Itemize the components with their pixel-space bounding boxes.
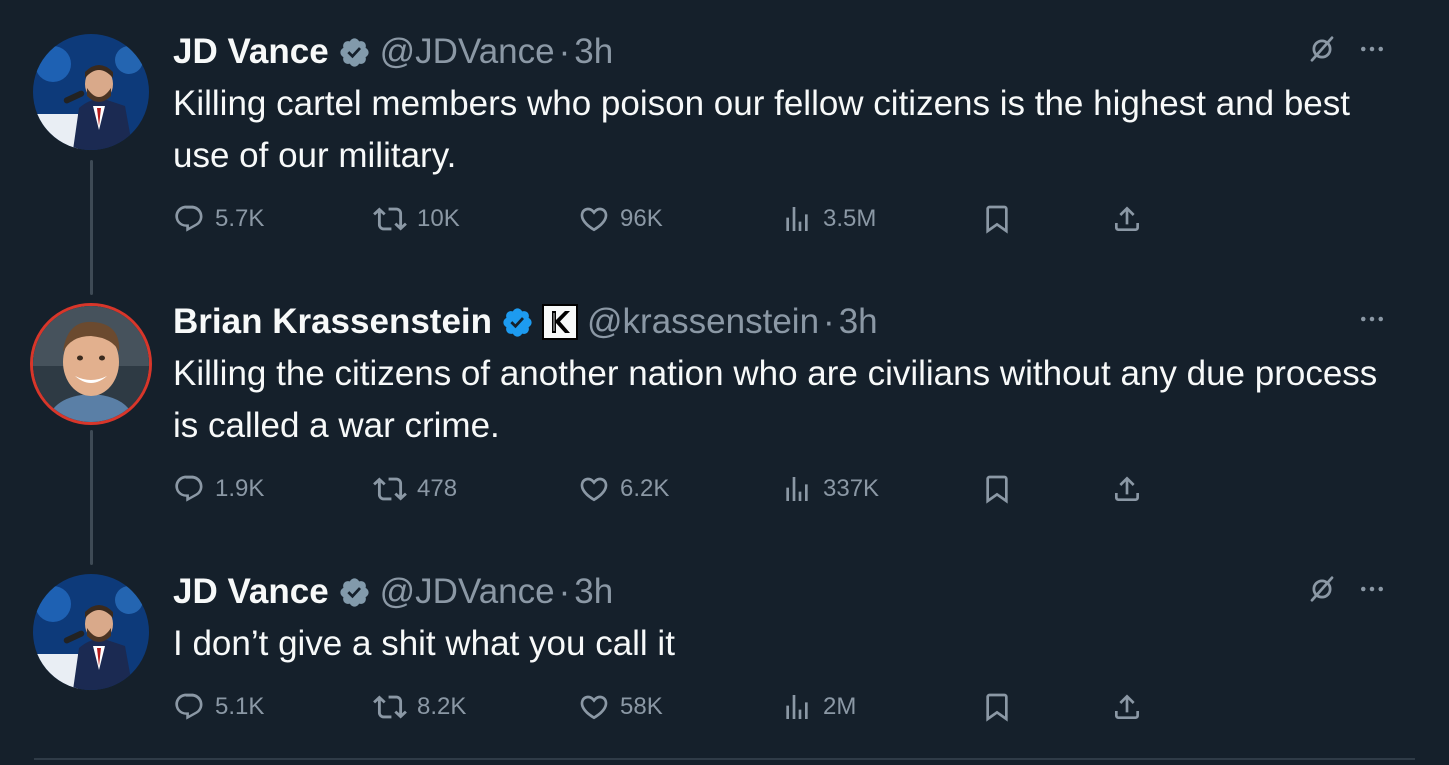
bookmark-button[interactable] (981, 469, 1013, 509)
affiliate-k-logo-icon[interactable] (542, 304, 579, 340)
author-name[interactable]: Brian Krassenstein (173, 300, 492, 344)
author-name[interactable]: JD Vance (173, 570, 329, 614)
bottom-divider (34, 758, 1415, 760)
repost-icon (373, 695, 407, 719)
share-button[interactable] (1111, 199, 1143, 239)
timestamp[interactable]: 3h (839, 300, 878, 344)
avatar-photo (33, 574, 149, 690)
like-button[interactable]: 6.2K (578, 469, 669, 509)
repost-button[interactable]: 8.2K (373, 687, 466, 727)
author-handle[interactable]: @JDVance (380, 570, 555, 614)
bookmark-button[interactable] (981, 687, 1013, 727)
bookmark-icon (986, 693, 1008, 722)
reply-count: 5.1K (215, 693, 265, 720)
share-button[interactable] (1111, 469, 1143, 509)
tweet-top-actions (1307, 574, 1387, 609)
hidden-reply-icon[interactable] (1307, 574, 1337, 609)
tweet-text: Killing the citizens of another nation w… (173, 354, 1378, 445)
tweet-text: I don’t give a shit what you call it (173, 624, 675, 663)
repost-count: 10K (417, 205, 460, 232)
like-count: 96K (620, 205, 663, 232)
views-count: 337K (823, 475, 880, 502)
author-handle[interactable]: @krassenstein (587, 300, 819, 344)
heart-icon (580, 477, 608, 502)
separator: · (558, 572, 571, 611)
views-button[interactable]: 337K (781, 469, 879, 509)
views-button[interactable]: 3.5M (781, 199, 876, 239)
tweet-actions: 1.9K 478 6.2K 337K (173, 469, 1153, 509)
like-count: 6.2K (620, 475, 670, 502)
verified-blue-badge-icon (501, 306, 534, 339)
like-count: 58K (620, 693, 663, 720)
like-button[interactable]: 96K (578, 199, 663, 239)
views-icon (786, 207, 808, 231)
reply-icon (175, 693, 203, 720)
heart-icon (580, 695, 608, 720)
author-handle[interactable]: @JDVance (380, 30, 555, 74)
repost-count: 478 (417, 475, 458, 502)
avatar[interactable] (33, 34, 149, 150)
hidden-reply-icon[interactable] (1307, 34, 1337, 69)
views-count: 3.5M (823, 205, 877, 232)
tweet-actions: 5.7K 10K 96K 3.5M (173, 199, 1153, 239)
share-icon (1115, 476, 1139, 501)
repost-icon (373, 207, 407, 231)
reply-icon (175, 205, 203, 232)
tweet-actions: 5.1K 8.2K 58K 2M (173, 687, 1153, 727)
bookmark-icon (986, 475, 1008, 504)
separator: · (823, 302, 835, 341)
reply-button[interactable]: 5.7K (173, 199, 264, 239)
avatar[interactable] (33, 306, 149, 422)
tweet-text: Killing cartel members who poison our fe… (173, 84, 1350, 175)
timestamp[interactable]: 3h (574, 30, 613, 74)
more-icon[interactable] (1357, 34, 1387, 69)
more-icon[interactable] (1357, 574, 1387, 609)
avatar-photo (33, 34, 149, 150)
avatar-photo (33, 306, 149, 422)
verified-gray-badge-icon (338, 36, 371, 69)
reply-button[interactable]: 1.9K (173, 469, 264, 509)
share-button[interactable] (1111, 687, 1143, 727)
thread-connector-2 (90, 430, 93, 565)
share-icon (1115, 694, 1139, 719)
tweet-top-actions (1307, 34, 1387, 69)
repost-button[interactable]: 478 (373, 469, 457, 509)
views-icon (786, 477, 808, 501)
reply-count: 1.9K (215, 475, 265, 502)
views-icon (786, 695, 808, 719)
author-name[interactable]: JD Vance (173, 30, 329, 74)
tweet-header: JD Vance @JDVance · 3h (173, 30, 613, 74)
more-icon[interactable] (1357, 304, 1387, 339)
avatar[interactable] (33, 574, 149, 690)
reply-button[interactable]: 5.1K (173, 687, 264, 727)
bookmark-button[interactable] (981, 199, 1013, 239)
verified-gray-badge-icon (338, 576, 371, 609)
tweet-top-actions (1357, 304, 1387, 339)
separator: · (558, 32, 571, 71)
like-button[interactable]: 58K (578, 687, 663, 727)
reply-count: 5.7K (215, 205, 265, 232)
heart-icon (580, 207, 608, 232)
tweet-header: JD Vance @JDVance · 3h (173, 570, 613, 614)
reply-icon (175, 475, 203, 502)
repost-count: 8.2K (417, 693, 467, 720)
views-count: 2M (823, 693, 857, 720)
repost-button[interactable]: 10K (373, 199, 460, 239)
views-button[interactable]: 2M (781, 687, 856, 727)
repost-icon (373, 477, 407, 501)
share-icon (1115, 206, 1139, 231)
bookmark-icon (986, 205, 1008, 234)
timestamp[interactable]: 3h (574, 570, 613, 614)
thread-connector-1 (90, 160, 93, 295)
tweet-header: Brian Krassenstein @krassenstein · 3h (173, 300, 878, 344)
